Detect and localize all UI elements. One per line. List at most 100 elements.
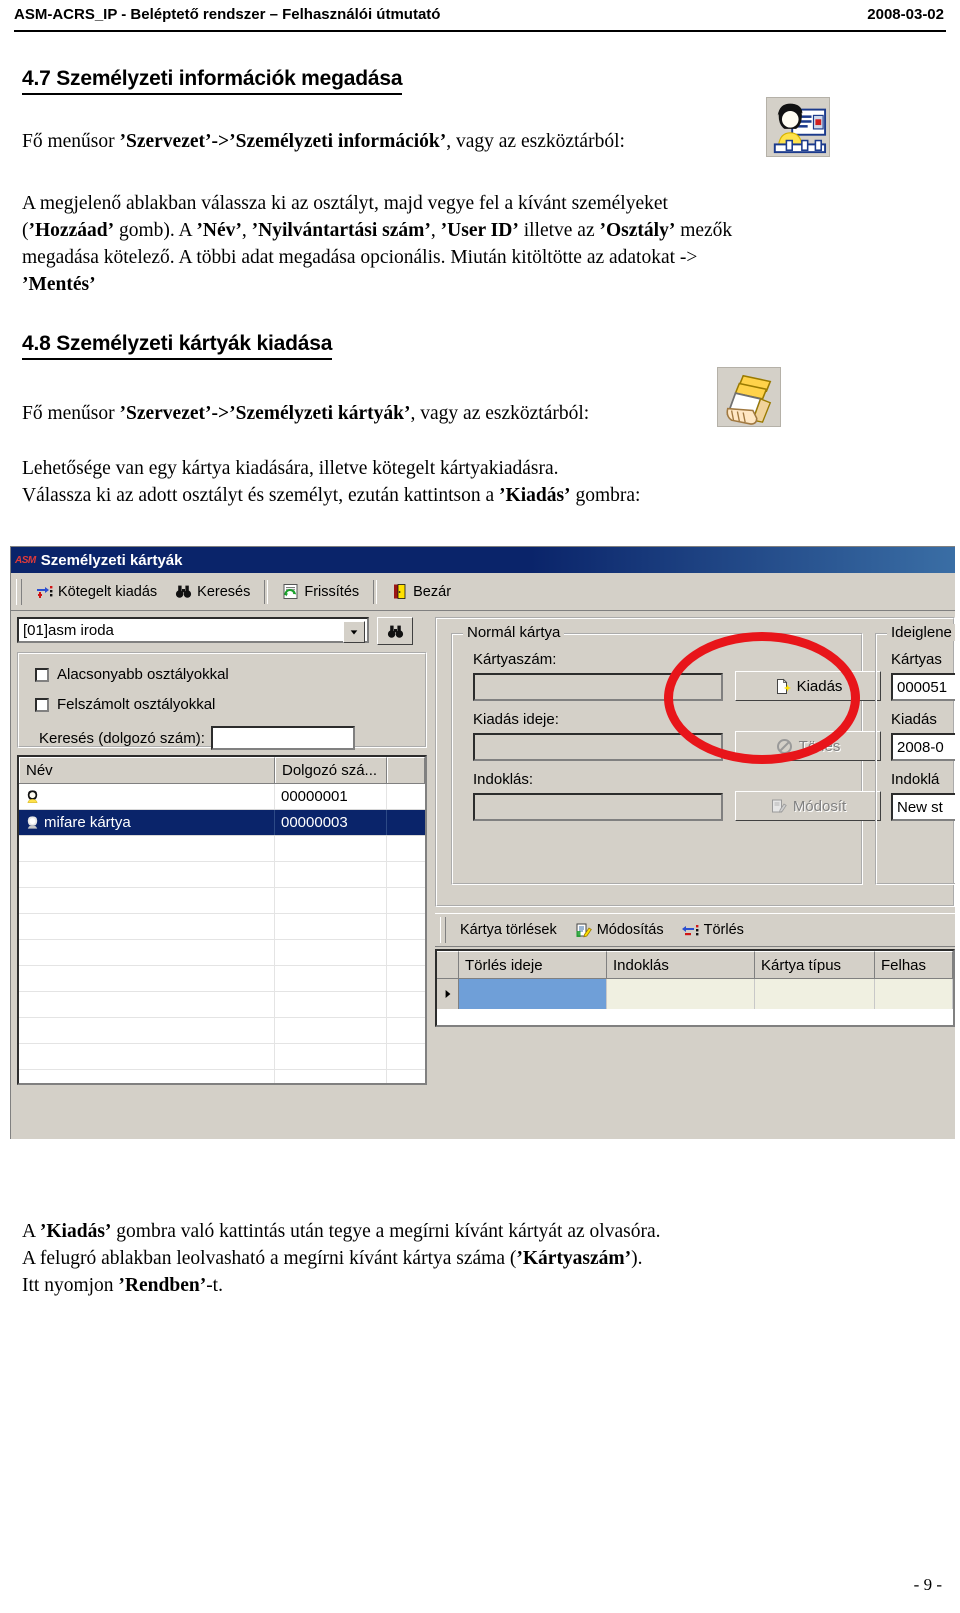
deletions-delete-button-label: Törlés (703, 922, 744, 938)
temporary-card-group-title: Ideiglene (887, 624, 955, 641)
department-combobox-value: [01]asm iroda (23, 621, 114, 639)
person-grid-empty-row (19, 1018, 425, 1044)
toolbar-separator-2 (373, 579, 378, 604)
toolbar-button-search[interactable]: Keresés (166, 577, 259, 607)
deletions-grid-cell-card-type[interactable] (755, 979, 875, 1009)
table-row[interactable]: 00000001 (19, 784, 425, 810)
app-titlebar: ASM Személyzeti kártyák (11, 547, 955, 573)
checkbox-lower-departments-label: Alacsonyabb osztályokkal (57, 666, 229, 683)
deletions-toolbar-title: Kártya törlések (451, 915, 566, 945)
reason-input[interactable] (473, 793, 723, 821)
person-grid-empty-row (19, 1070, 425, 1083)
toolbar-button-search-label: Keresés (197, 583, 251, 600)
header-divider (14, 30, 946, 32)
delete-card-button[interactable]: Törlés (735, 731, 881, 761)
personnel-cards-toolbar-icon (717, 367, 781, 427)
deletions-grid-cell-user[interactable] (875, 979, 953, 1009)
asm-logo: ASM (15, 554, 36, 566)
exit-door-icon (391, 583, 408, 600)
toolbar-button-close[interactable]: Bezár (382, 577, 460, 607)
issue-time-input[interactable] (473, 733, 723, 761)
deletions-grid-column-delete-time[interactable]: Törlés ideje (459, 951, 607, 979)
toolbar-button-batch-issue[interactable]: Kötegelt kiadás (27, 577, 166, 607)
window-bottom-edge (11, 1131, 955, 1139)
temp-reason-input[interactable]: New st (891, 793, 955, 821)
reason-label: Indoklás: (473, 771, 534, 788)
menu-path-line-4-7: Fő menűsor ’Szervezet’->’Személyzeti inf… (22, 128, 762, 155)
toolbar-button-refresh[interactable]: Frissítés (273, 577, 368, 607)
person-icon (25, 789, 40, 804)
temp-card-number-input[interactable]: 000051 (891, 673, 955, 701)
document-header: ASM-ACRS_IP - Beléptető rendszer – Felha… (0, 0, 960, 32)
checkbox-dissolved-departments[interactable]: Felszámolt osztályokkal (35, 696, 215, 713)
menu-path-4-8: ’Szervezet’->’Személyzeti kártyák’ (119, 403, 411, 424)
grid-right-edge (427, 755, 435, 1085)
person-grid-empty-row (19, 836, 425, 862)
document-page: ASM-ACRS_IP - Beléptető rendszer – Felha… (0, 0, 960, 1613)
checkbox-lower-departments-box[interactable] (35, 667, 49, 682)
issue-card-button[interactable]: Kiadás (735, 671, 881, 701)
department-combobox[interactable]: [01]asm iroda (17, 617, 369, 643)
menu-suffix-4-7: , vagy az eszköztárból: (446, 131, 625, 152)
table-row[interactable]: mifare kártya 00000003 (19, 810, 425, 836)
card-number-input[interactable] (473, 673, 723, 701)
toolbar-button-batch-issue-label: Kötegelt kiadás (58, 583, 158, 600)
deletions-grid-column-user[interactable]: Felhas (875, 951, 953, 979)
person-grid-cell-name-text: mifare kártya (44, 814, 131, 831)
person-grid-header: Név Dolgozó szá... (19, 757, 425, 784)
menu-suffix-4-8: , vagy az eszköztárból: (410, 403, 590, 424)
edit-icon (575, 922, 592, 939)
checkbox-dissolved-departments-label: Felszámolt osztályokkal (57, 696, 216, 713)
deletions-delete-button[interactable]: Törlés (673, 915, 753, 945)
refresh-icon (282, 583, 299, 600)
deletions-grid-header: Törlés ideje Indoklás Kártya típus Felha… (437, 951, 953, 979)
person-grid-cell-number: 00000001 (275, 784, 387, 809)
person-grid-column-number[interactable]: Dolgozó szá... (275, 757, 387, 783)
temp-reason-label: Indoklá (891, 771, 940, 788)
card-number-label: Kártyaszám: (473, 651, 557, 668)
modify-card-button[interactable]: Módosít (735, 791, 881, 821)
current-row-indicator-icon (437, 979, 459, 1009)
person-card-icon (25, 815, 40, 830)
app-window-title: Személyzeti kártyák (40, 551, 183, 569)
chevron-down-icon[interactable] (343, 621, 365, 643)
table-row[interactable] (437, 979, 953, 1009)
deletions-grid-cell-delete-time[interactable] (459, 979, 607, 1009)
deletions-modify-button[interactable]: Módosítás (566, 915, 673, 945)
deletions-grid-column-card-type[interactable]: Kártya típus (755, 951, 875, 979)
issue-time-label: Kiadás ideje: (473, 711, 559, 728)
person-grid-cell-name: mifare kártya (19, 810, 275, 835)
deletions-grid-cell-reason[interactable] (607, 979, 755, 1009)
temporary-card-group: Ideiglene Kártyas 000051 Kiadás 2008-0 I… (875, 624, 955, 885)
card-details-panel: Normál kártya Kártyaszám: Kiadás Kiadás … (435, 617, 955, 907)
deletions-grid-row-indicator-header (437, 951, 459, 979)
menu-prefix-4-7: Fő menűsor (22, 131, 120, 152)
person-grid-column-name[interactable]: Név (19, 757, 275, 783)
person-grid-column-extra[interactable] (387, 757, 425, 783)
deletions-toolbar-grip[interactable] (440, 917, 446, 943)
person-grid-cell-extra (387, 810, 425, 835)
employee-number-search-label: Keresés (dolgozó szám): (39, 729, 205, 747)
deletions-grid[interactable]: Törlés ideje Indoklás Kártya típus Felha… (435, 949, 955, 1027)
new-card-icon (774, 678, 791, 695)
person-grid-empty-row (19, 966, 425, 992)
person-grid-cell-extra (387, 784, 425, 809)
edit-icon (770, 798, 787, 815)
delete-card-button-label: Törlés (798, 737, 841, 755)
person-grid-empty-row (19, 1044, 425, 1070)
temp-issue-time-label: Kiadás (891, 711, 937, 728)
employee-number-search-row: Keresés (dolgozó szám): (39, 726, 355, 750)
section-body-4-7: A megjelenő ablakban válassza ki az oszt… (22, 193, 733, 295)
checkbox-dissolved-departments-box[interactable] (35, 697, 49, 712)
deletions-toolbar: Kártya törlések Módosítás Törlés (435, 913, 955, 947)
employee-number-search-input[interactable] (210, 726, 355, 750)
deletions-grid-column-reason[interactable]: Indoklás (607, 951, 755, 979)
person-grid[interactable]: Név Dolgozó szá... 00000001 mifare kárty… (17, 755, 427, 1085)
toolbar-button-refresh-label: Frissítés (304, 583, 360, 600)
temp-issue-time-input[interactable]: 2008-0 (891, 733, 955, 761)
toolbar-grip[interactable] (16, 578, 22, 605)
person-grid-empty-row (19, 888, 425, 914)
person-grid-empty-row (19, 992, 425, 1018)
department-find-button[interactable] (377, 617, 413, 645)
checkbox-lower-departments[interactable]: Alacsonyabb osztályokkal (35, 666, 229, 683)
